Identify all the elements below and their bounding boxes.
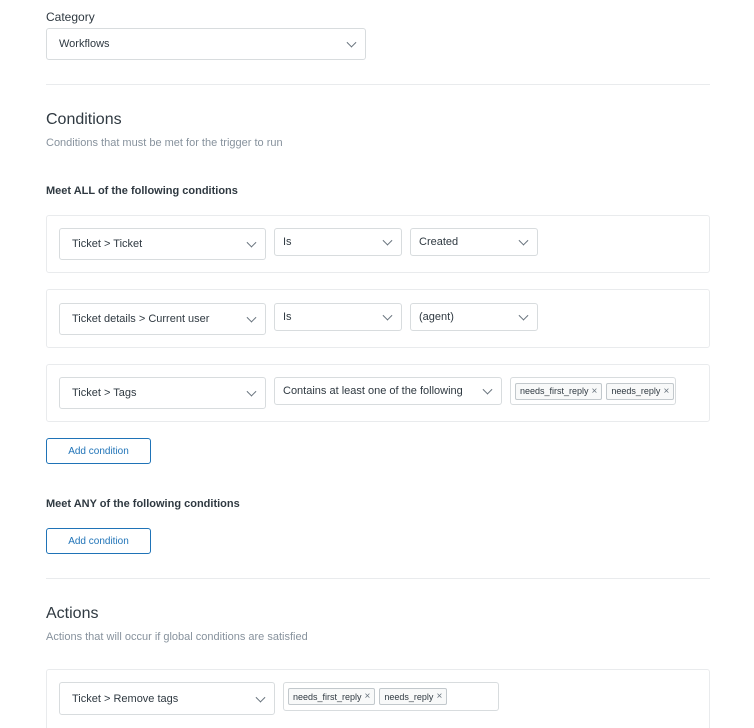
condition-value: Created: [419, 236, 459, 248]
chevron-down-icon: [346, 37, 357, 48]
tag-label: needs_reply: [384, 691, 434, 702]
condition-operator-value: Is: [283, 311, 292, 323]
tag-label: needs_first_reply: [293, 691, 362, 702]
chevron-down-icon: [518, 310, 529, 321]
add-any-condition-button[interactable]: Add condition: [46, 528, 151, 554]
chevron-down-icon: [246, 386, 257, 397]
chevron-down-icon: [246, 237, 257, 248]
conditions-title: Conditions: [46, 111, 122, 128]
all-conditions-title: Meet ALL of the following conditions: [46, 185, 238, 197]
condition-operator-select[interactable]: Is: [274, 228, 402, 256]
condition-field-select[interactable]: Ticket > Ticket: [59, 228, 266, 260]
chevron-down-icon: [255, 692, 266, 703]
actions-subtitle: Actions that will occur if global condit…: [46, 631, 308, 643]
condition-row: Ticket > Ticket Is Created: [46, 215, 710, 273]
condition-field-value: Ticket > Tags: [72, 387, 137, 399]
close-icon[interactable]: ×: [663, 386, 669, 397]
close-icon[interactable]: ×: [436, 691, 442, 702]
chevron-down-icon: [518, 235, 529, 246]
condition-value-select[interactable]: (agent): [410, 303, 538, 331]
condition-field-value: Ticket details > Current user: [72, 313, 210, 325]
condition-row: Ticket > Tags Contains at least one of t…: [46, 364, 710, 422]
close-icon[interactable]: ×: [592, 386, 598, 397]
condition-field-select[interactable]: Ticket details > Current user: [59, 303, 266, 335]
condition-operator-select[interactable]: Contains at least one of the following: [274, 377, 502, 405]
tag-label: needs_reply: [611, 386, 661, 396]
condition-value: (agent): [419, 311, 454, 323]
action-tags-input[interactable]: needs_first_reply × needs_reply ×: [283, 682, 499, 711]
condition-operator-value: Is: [283, 236, 292, 248]
condition-tags-input[interactable]: needs_first_reply × needs_reply ×: [510, 377, 676, 405]
chevron-down-icon: [382, 235, 393, 246]
category-select[interactable]: Workflows: [46, 28, 366, 60]
tag-chip: needs_first_reply ×: [515, 382, 603, 400]
condition-field-value: Ticket > Ticket: [72, 238, 143, 250]
tag-chip: needs_first_reply ×: [288, 688, 376, 705]
category-label: Category: [46, 10, 95, 24]
tag-label: needs_first_reply: [520, 386, 589, 396]
action-row: Ticket > Remove tags needs_first_reply ×…: [46, 669, 710, 728]
condition-operator-select[interactable]: Is: [274, 303, 402, 331]
chevron-down-icon: [482, 384, 493, 395]
chevron-down-icon: [246, 312, 257, 323]
action-field-select[interactable]: Ticket > Remove tags: [59, 682, 275, 715]
add-all-condition-button[interactable]: Add condition: [46, 438, 151, 464]
tag-chip: needs_reply ×: [606, 382, 675, 400]
conditions-subtitle: Conditions that must be met for the trig…: [46, 137, 283, 149]
tag-chip: needs_reply ×: [379, 688, 448, 705]
condition-operator-value: Contains at least one of the following: [283, 385, 463, 397]
condition-field-select[interactable]: Ticket > Tags: [59, 377, 266, 409]
condition-row: Ticket details > Current user Is (agent): [46, 289, 710, 348]
section-divider: [46, 578, 710, 579]
category-value: Workflows: [59, 38, 110, 50]
condition-value-select[interactable]: Created: [410, 228, 538, 256]
actions-title: Actions: [46, 605, 99, 622]
close-icon[interactable]: ×: [365, 691, 371, 702]
chevron-down-icon: [382, 310, 393, 321]
any-conditions-title: Meet ANY of the following conditions: [46, 498, 240, 510]
section-divider: [46, 84, 710, 85]
action-field-value: Ticket > Remove tags: [72, 692, 179, 705]
